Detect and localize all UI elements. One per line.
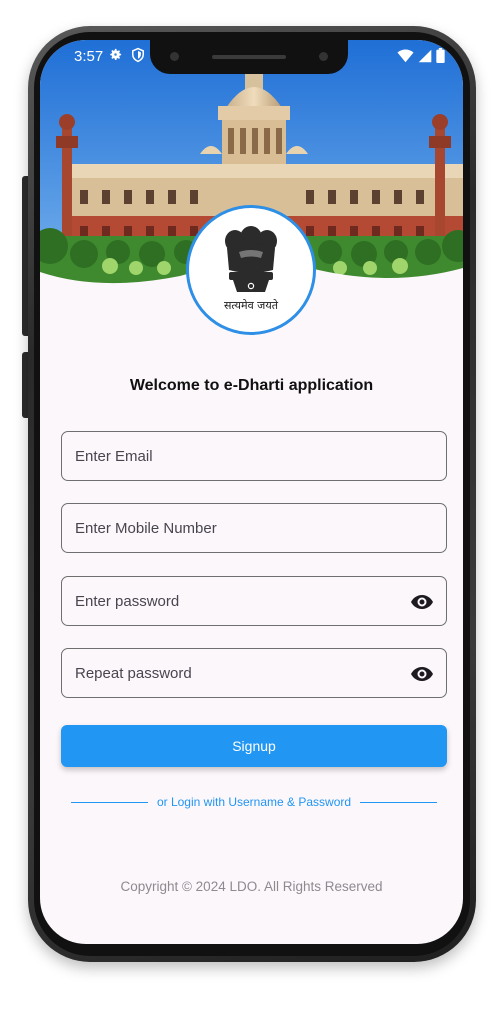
copyright-text: Copyright © 2024 LDO. All Rights Reserve…	[120, 879, 383, 894]
device-mockup: 3:57 सत्यमेव जयते Welcome to e-Dharti ap…	[0, 0, 500, 1020]
alt-login-divider: or Login with Username & Password	[71, 794, 437, 810]
camera-notch	[150, 40, 348, 74]
emblem-motto: सत्यमेव जयते	[223, 299, 278, 312]
show-password-eye-icon[interactable]	[409, 590, 435, 614]
password-input[interactable]	[62, 577, 446, 625]
status-time: 3:57	[74, 48, 104, 65]
password-field-container	[61, 576, 447, 626]
email-input[interactable]	[62, 432, 446, 480]
email-field-container	[61, 431, 447, 481]
lion-capital-icon	[225, 226, 277, 292]
welcome-title: Welcome to e-Dharti application	[129, 377, 374, 394]
login-with-username-link[interactable]: or Login with Username & Password	[148, 795, 360, 809]
divider-line-right	[360, 801, 437, 803]
mobile-number-input[interactable]	[62, 504, 446, 552]
signup-button[interactable]: Signup	[61, 725, 447, 767]
gear-icon	[108, 47, 123, 67]
signal-icon	[418, 49, 432, 67]
mobile-field-container	[61, 503, 447, 553]
repeat-password-input[interactable]	[62, 649, 446, 697]
earpiece-speaker	[212, 55, 286, 59]
wifi-icon	[397, 49, 414, 67]
battery-icon	[436, 48, 445, 67]
national-emblem: सत्यमेव जयते	[186, 205, 316, 335]
app-screen: 3:57 सत्यमेव जयते Welcome to e-Dharti ap…	[40, 40, 463, 944]
repeat-password-field-container	[61, 648, 447, 698]
shield-icon	[131, 47, 145, 67]
show-repeat-password-eye-icon[interactable]	[409, 662, 435, 686]
divider-line-left	[71, 801, 148, 803]
